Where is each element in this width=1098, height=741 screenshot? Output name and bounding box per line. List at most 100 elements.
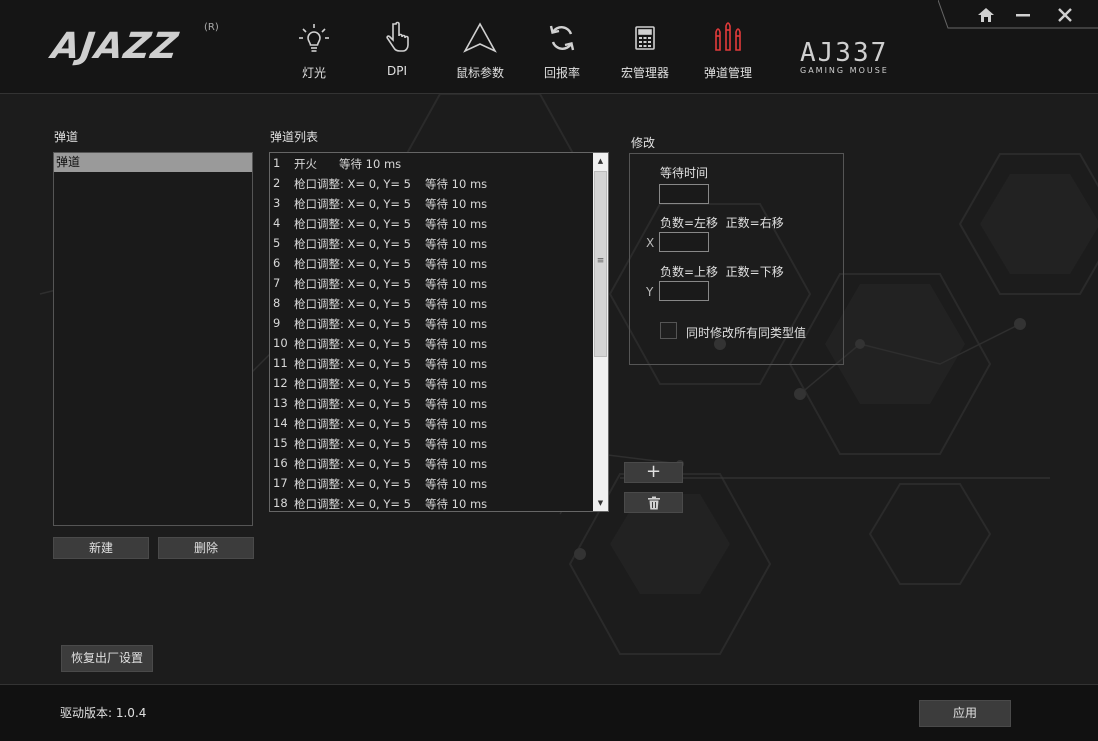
sequence-row-wait: 等待 10 ms — [425, 237, 488, 251]
x-axis-label: X — [646, 236, 655, 250]
sequence-row-number: 7 — [273, 276, 281, 290]
close-button[interactable] — [1053, 4, 1077, 26]
model-name: AJ337 — [800, 38, 889, 68]
scroll-down-icon[interactable]: ▼ — [593, 495, 608, 511]
sequence-row[interactable]: 16 枪口调整: X= 0, Y= 5 等待 10 ms — [270, 453, 594, 473]
nav-mouse-params[interactable]: 鼠标参数 — [440, 18, 520, 86]
nav-lighting[interactable]: 灯光 — [274, 18, 354, 86]
sequence-row[interactable]: 1 开火 等待 10 ms — [270, 153, 594, 173]
sequence-row[interactable]: 5 枪口调整: X= 0, Y= 5 等待 10 ms — [270, 233, 594, 253]
sequence-row[interactable]: 11 枪口调整: X= 0, Y= 5 等待 10 ms — [270, 353, 594, 373]
triangle-icon — [440, 18, 520, 58]
sequence-row-action: 枪口调整: X= 0, Y= 5 — [294, 217, 411, 231]
sequence-scrollbar[interactable]: ▲ ≡ ▼ — [593, 153, 608, 511]
bullets-icon — [688, 18, 768, 58]
wait-time-input[interactable] — [659, 184, 709, 204]
sequence-row-number: 8 — [273, 296, 281, 310]
sync-all-checkbox[interactable] — [660, 322, 677, 339]
sequence-row-wait: 等待 10 ms — [425, 477, 488, 491]
sequence-row-wait: 等待 10 ms — [425, 177, 488, 191]
window-controls — [938, 0, 1098, 30]
minimize-button[interactable] — [1011, 4, 1035, 26]
sequence-row-action: 开火 — [294, 157, 317, 171]
sequence-row[interactable]: 18 枪口调整: X= 0, Y= 5 等待 10 ms — [270, 493, 594, 511]
sequence-row[interactable]: 2 枪口调整: X= 0, Y= 5 等待 10 ms — [270, 173, 594, 193]
sequence-row-action: 枪口调整: X= 0, Y= 5 — [294, 297, 411, 311]
sequence-row-action: 枪口调整: X= 0, Y= 5 — [294, 397, 411, 411]
sequence-row[interactable]: 12 枪口调整: X= 0, Y= 5 等待 10 ms — [270, 373, 594, 393]
trail-section-title: 弹道 — [54, 130, 79, 144]
sequence-row[interactable]: 6 枪口调整: X= 0, Y= 5 等待 10 ms — [270, 253, 594, 273]
sequence-row-number: 3 — [273, 196, 281, 210]
refresh-icon — [522, 18, 602, 58]
model-badge: AJ337 GAMING MOUSE — [800, 38, 889, 75]
apply-button[interactable]: 应用 — [919, 700, 1011, 727]
sequence-row-action: 枪口调整: X= 0, Y= 5 — [294, 337, 411, 351]
app-footer: 驱动版本: 1.0.4 应用 — [0, 684, 1098, 741]
sequence-row[interactable]: 7 枪口调整: X= 0, Y= 5 等待 10 ms — [270, 273, 594, 293]
nav-dpi-label: DPI — [386, 64, 407, 78]
y-offset-input[interactable] — [659, 281, 709, 301]
y-axis-label: Y — [646, 285, 654, 299]
nav-trail-manager-label: 弹道管理 — [703, 66, 752, 80]
sequence-row-wait: 等待 10 ms — [425, 197, 488, 211]
sequence-row[interactable]: 17 枪口调整: X= 0, Y= 5 等待 10 ms — [270, 473, 594, 493]
sequence-row[interactable]: 13 枪口调整: X= 0, Y= 5 等待 10 ms — [270, 393, 594, 413]
sequence-row[interactable]: 3 枪口调整: X= 0, Y= 5 等待 10 ms — [270, 193, 594, 213]
nav-polling-rate[interactable]: 回报率 — [522, 18, 602, 86]
sequence-row-wait: 等待 10 ms — [425, 457, 488, 471]
sequence-row-number: 14 — [273, 416, 288, 430]
sequence-row-action: 枪口调整: X= 0, Y= 5 — [294, 417, 411, 431]
sequence-row-wait: 等待 10 ms — [425, 257, 488, 271]
sequence-row-wait: 等待 10 ms — [425, 337, 488, 351]
nav-trail-manager[interactable]: 弹道管理 — [688, 18, 768, 86]
nav-dpi[interactable]: DPI — [357, 18, 437, 86]
sequence-row-action: 枪口调整: X= 0, Y= 5 — [294, 197, 411, 211]
home-button[interactable] — [974, 4, 998, 26]
calculator-icon — [605, 18, 685, 58]
delete-trail-button[interactable]: 删除 — [158, 537, 254, 559]
sequence-row-action: 枪口调整: X= 0, Y= 5 — [294, 277, 411, 291]
new-trail-button[interactable]: 新建 — [53, 537, 149, 559]
scroll-thumb[interactable]: ≡ — [594, 171, 607, 357]
sequence-row-action: 枪口调整: X= 0, Y= 5 — [294, 377, 411, 391]
sequence-row[interactable]: 15 枪口调整: X= 0, Y= 5 等待 10 ms — [270, 433, 594, 453]
trail-list-item[interactable]: 弹道 — [54, 153, 252, 172]
trail-list[interactable]: 弹道 — [53, 152, 253, 526]
sequence-row-action: 枪口调整: X= 0, Y= 5 — [294, 457, 411, 471]
delete-step-button[interactable] — [624, 492, 683, 513]
sequence-row[interactable]: 4 枪口调整: X= 0, Y= 5 等待 10 ms — [270, 213, 594, 233]
scroll-up-icon[interactable]: ▲ — [593, 153, 608, 169]
sequence-row-number: 9 — [273, 316, 281, 330]
sequence-row-number: 11 — [273, 356, 288, 370]
edit-panel: 等待时间 负数=左移 正数=右移 X 负数=上移 正数=下移 Y 同时修改所有同… — [629, 153, 844, 365]
sequence-row-wait: 等待 10 ms — [425, 497, 488, 511]
sequence-row-action: 枪口调整: X= 0, Y= 5 — [294, 257, 411, 271]
brand-logo: AJAZZ — [49, 26, 182, 67]
add-step-button[interactable]: + — [624, 462, 683, 483]
home-icon — [978, 8, 994, 22]
bulb-icon — [274, 18, 354, 58]
factory-reset-button[interactable]: 恢复出厂设置 — [61, 645, 153, 672]
sequence-row[interactable]: 14 枪口调整: X= 0, Y= 5 等待 10 ms — [270, 413, 594, 433]
sequence-row-action: 枪口调整: X= 0, Y= 5 — [294, 357, 411, 371]
sequence-row[interactable]: 8 枪口调整: X= 0, Y= 5 等待 10 ms — [270, 293, 594, 313]
edit-section-title: 修改 — [631, 136, 656, 150]
sequence-row-action: 枪口调整: X= 0, Y= 5 — [294, 437, 411, 451]
sync-all-label: 同时修改所有同类型值 — [686, 326, 807, 340]
sequence-list[interactable]: 1 开火 等待 10 ms 2 枪口调整: X= 0, Y= 5 等待 10 ms 3 枪口调… — [269, 152, 609, 512]
sequence-row[interactable]: 9 枪口调整: X= 0, Y= 5 等待 10 ms — [270, 313, 594, 333]
x-offset-input[interactable] — [659, 232, 709, 252]
scroll-grip-icon: ≡ — [596, 256, 605, 266]
app-header: AJAZZ (R) 灯光 DPI 鼠标参数 回报率 宏管理器 弹道管理 AJ33… — [0, 0, 1098, 94]
close-icon — [1058, 8, 1072, 22]
plus-icon: + — [645, 461, 662, 482]
sequence-row-number: 2 — [273, 176, 281, 190]
sequence-row-number: 17 — [273, 476, 288, 490]
nav-lighting-label: 灯光 — [301, 66, 326, 80]
sequence-row-number: 12 — [273, 376, 288, 390]
pointer-hand-icon — [357, 18, 437, 58]
sequence-row-wait: 等待 10 ms — [425, 417, 488, 431]
nav-macro-manager[interactable]: 宏管理器 — [605, 18, 685, 86]
sequence-row[interactable]: 10 枪口调整: X= 0, Y= 5 等待 10 ms — [270, 333, 594, 353]
